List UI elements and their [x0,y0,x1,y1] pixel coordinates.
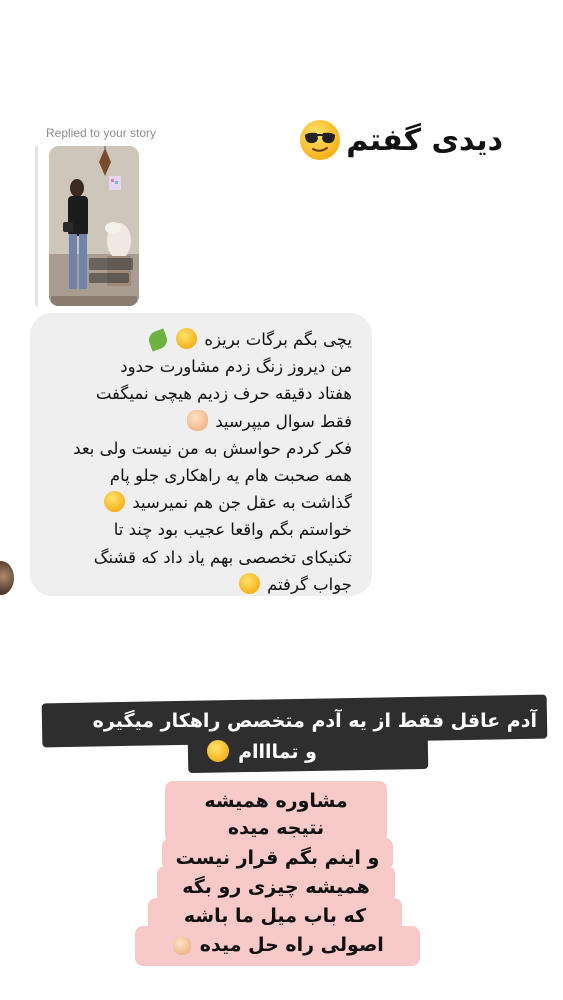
caption-pink-line: که باب میل ما باشه [183,905,367,927]
message-line: خواستم بگم واقعا عجیب بود چند تا [113,520,352,540]
title-text: دیدی گفتم [346,122,503,158]
message-line: همه صحبت هام یه راهکاری جلو پام [109,466,352,486]
caption-pink-line: و اینم بگم قرار نیست [175,847,380,869]
flushed-face-icon [238,572,260,594]
title-sticker: دیدی گفتم [300,120,503,160]
message-line: جواب گرفتم [37,571,352,598]
ok-hand-icon [187,409,209,431]
message-line: یچی بگم برگات بریزه [37,326,352,353]
caption-dark-line-1: آدم عاقل فقط از یه آدم متخصص راهکار میگی… [92,710,537,732]
grinning-face-icon [207,740,230,762]
story-photo-icon [49,146,139,306]
caption-dark-line-2: و تماااام [205,740,317,763]
pointing-hand-icon [173,937,192,955]
leaf-icon [146,328,170,352]
caption-pink-line: همیشه چیزی رو بگه [182,876,370,898]
message-bubble: یچی بگم برگات بریزه من دیروز زنگ زدم مشا… [30,313,372,596]
caption-pink-line: نتیجه میده [227,817,325,839]
story-thumbnail[interactable] [49,146,139,306]
sunglasses-face-icon [300,120,341,160]
reply-quote-bar [35,146,38,306]
message-line: تکنیکای تخصصی بهم یاد داد که قشنگ [93,547,352,567]
message-line: گذاشت به عقل جن هم نمیرسید [37,489,352,516]
replied-to-story-label: Replied to your story [46,126,157,140]
neutral-face-icon [104,491,126,513]
caption-pink-line: اصولی راه حل میده [135,934,420,956]
sender-avatar[interactable] [0,561,14,595]
message-line: من دیروز زنگ زدم مشاورت حدود [120,357,352,377]
message-line: هفتاد دقیقه حرف زدیم هیچی نمیگفت [95,384,352,404]
message-line: فقط سوال میپرسید [37,408,352,435]
message-line: فکر کردم حواسش به من نیست ولی بعد [73,438,352,458]
caption-pink-line: مشاوره همیشه [204,790,348,812]
message-text: یچی بگم برگات بریزه من دیروز زنگ زدم مشا… [37,326,352,598]
flushed-face-icon [176,328,198,349]
